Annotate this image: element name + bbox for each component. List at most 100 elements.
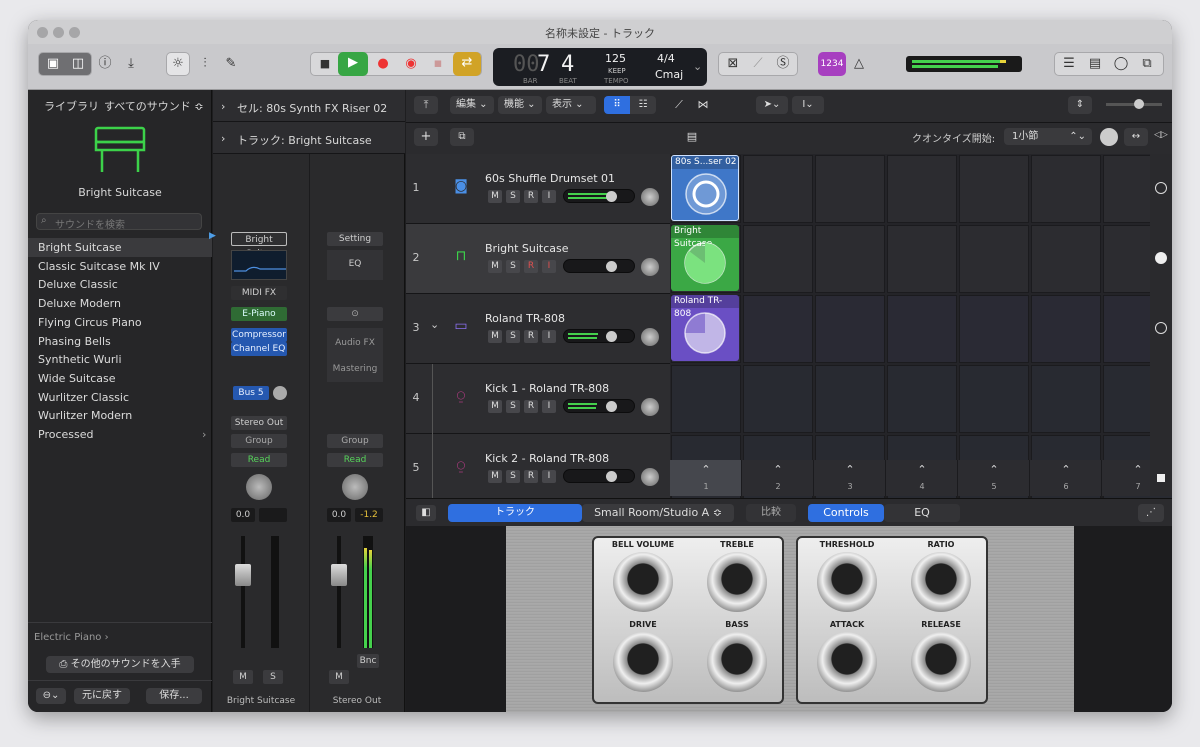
expand-icon[interactable]: ⋰ [1138, 504, 1164, 522]
strip2-bounce-button[interactable]: Bnc [357, 654, 379, 668]
vertical-zoom-icon[interactable]: ⇕ [1068, 96, 1092, 114]
controls-tab[interactable]: Controls [808, 504, 884, 522]
track-m-button[interactable]: M [488, 260, 502, 273]
track-volume-slider[interactable] [563, 469, 635, 483]
strip1-setting-button[interactable]: Bright Suit... [231, 232, 287, 259]
list-view-icon[interactable]: ☷ [630, 96, 656, 114]
flex-icon[interactable]: ⋈ [692, 96, 714, 114]
empty-cell[interactable] [1031, 155, 1101, 223]
empty-cell[interactable] [815, 225, 885, 293]
empty-cell[interactable] [959, 155, 1029, 223]
strip1-mute-button[interactable]: M [233, 670, 253, 684]
track-i-button[interactable]: I [542, 260, 556, 273]
empty-cell[interactable] [1031, 365, 1101, 433]
solo-mode-icon[interactable]: Ⓢ [771, 53, 795, 75]
smart-control-knob[interactable] [817, 552, 877, 612]
library-item[interactable]: Phasing Bells [28, 332, 212, 351]
track-s-button[interactable]: S [506, 400, 520, 413]
metronome-icon[interactable]: △ [848, 53, 870, 75]
track-m-button[interactable]: M [488, 400, 502, 413]
strip1-fader-handle[interactable] [235, 564, 251, 586]
track-m-button[interactable]: M [488, 330, 502, 343]
strip1-group-slot[interactable]: Group [231, 434, 287, 448]
library-item[interactable]: Deluxe Classic [28, 275, 212, 294]
strip2-pan-knob[interactable] [342, 474, 368, 500]
track-row[interactable]: 1 ◙ 60s Shuffle Drumset 01 M S R I [406, 154, 670, 224]
empty-cell[interactable] [887, 295, 957, 363]
track-inspector-header[interactable]: › トラック: Bright Suitcase [213, 122, 405, 154]
empty-cell[interactable] [959, 365, 1029, 433]
browser-icon[interactable]: ⧉ [1135, 53, 1159, 75]
live-loop-cell[interactable]: 80s S...ser 02 [671, 155, 739, 221]
strip1-pan-knob[interactable] [246, 474, 272, 500]
strip2-audio-fx-area[interactable]: Audio FX Mastering [327, 328, 383, 382]
track-s-button[interactable]: S [506, 190, 520, 203]
empty-cell[interactable] [815, 295, 885, 363]
quantize-start-select[interactable]: 1小節 ⌃⌄ [1004, 128, 1092, 145]
queue-icon[interactable] [1100, 128, 1118, 146]
smart-control-knob[interactable] [707, 632, 767, 692]
empty-cell[interactable] [743, 365, 813, 433]
strip2-group-slot[interactable]: Group [327, 434, 383, 448]
strip1-solo-button[interactable]: S [263, 670, 283, 684]
automation-icon[interactable]: ⟋ [668, 96, 690, 114]
empty-cell[interactable] [887, 155, 957, 223]
text-tool-icon[interactable]: I⌄ [792, 96, 824, 114]
add-track-button[interactable]: + [414, 128, 438, 146]
strip1-send-knob[interactable] [273, 386, 287, 400]
zoom-slider[interactable] [1106, 99, 1162, 109]
editor-icon[interactable]: ✎ [220, 53, 242, 75]
smart-control-knob[interactable] [911, 552, 971, 612]
library-category-menu[interactable]: すべてのサウンド ≎ [104, 98, 204, 114]
download-icon[interactable]: ⤓ [120, 53, 142, 75]
scene-trigger[interactable]: ⌃ 1 [670, 460, 742, 496]
library-item[interactable]: Processed [28, 425, 212, 444]
track-pan-knob[interactable] [641, 398, 659, 416]
strip1-output-slot[interactable]: Stereo Out [231, 416, 287, 430]
empty-cell[interactable] [959, 225, 1029, 293]
scene-trigger[interactable]: ⌃ 4 [886, 460, 958, 496]
track-name[interactable]: Kick 1 - Roland TR-808 [485, 382, 609, 395]
track-s-button[interactable]: S [506, 470, 520, 483]
track-s-button[interactable]: S [506, 260, 520, 273]
library-item[interactable]: Classic Suitcase Mk IV [28, 257, 212, 276]
strip2-link-button[interactable]: ⊙ [327, 307, 383, 321]
track-r-button[interactable]: R [524, 470, 538, 483]
lcd-dropdown-icon[interactable]: ⌄ [693, 60, 702, 73]
smart-control-knob[interactable] [613, 632, 673, 692]
back-icon[interactable]: ⤒ [414, 96, 438, 114]
empty-cell[interactable] [743, 155, 813, 223]
strip2-mute-button[interactable]: M [329, 670, 349, 684]
grid-view-icon[interactable]: ⠿ [604, 96, 630, 114]
horizontal-zoom-icon[interactable]: ↔ [1124, 128, 1148, 146]
edit-menu[interactable]: 編集 ⌄ [450, 96, 494, 114]
track-volume-slider[interactable] [563, 399, 635, 413]
scene-trigger[interactable]: ⌃ 5 [958, 460, 1030, 496]
track-i-button[interactable]: I [542, 190, 556, 203]
strip2-fader-handle[interactable] [331, 564, 347, 586]
cell-inspector-header[interactable]: › セル: 80s Synth FX Riser 02 [213, 90, 405, 122]
empty-cell[interactable] [887, 365, 957, 433]
library-item[interactable]: Flying Circus Piano [28, 313, 212, 332]
preset-select[interactable]: Small Room/Studio A ≎ [582, 504, 734, 522]
cell-grid-icon[interactable]: ▤ [680, 128, 704, 146]
empty-cell[interactable] [959, 295, 1029, 363]
get-more-sounds-button[interactable]: ⎙ その他のサウンドを入手 [46, 656, 194, 673]
track-name[interactable]: 60s Shuffle Drumset 01 [485, 172, 615, 185]
empty-cell[interactable] [1031, 295, 1101, 363]
library-item[interactable]: Synthetic Wurli [28, 350, 212, 369]
smart-controls-button[interactable]: ☼ [166, 52, 190, 76]
mixer-icon[interactable]: ⫶ [194, 53, 216, 75]
stop-icon[interactable]: ■ [314, 53, 336, 75]
empty-cell[interactable] [815, 155, 885, 223]
play-button[interactable]: ▶ [338, 52, 368, 76]
strip1-fx1-slot[interactable]: Compressor [231, 328, 287, 342]
record-icon[interactable]: ● [372, 53, 394, 75]
empty-cell[interactable] [815, 365, 885, 433]
track-i-button[interactable]: I [542, 400, 556, 413]
empty-cell[interactable] [743, 225, 813, 293]
functions-menu[interactable]: 機能 ⌄ [498, 96, 542, 114]
compare-button[interactable]: 比較 [746, 504, 796, 522]
track-i-button[interactable]: I [542, 330, 556, 343]
notepad-icon[interactable]: ▤ [1083, 53, 1107, 75]
